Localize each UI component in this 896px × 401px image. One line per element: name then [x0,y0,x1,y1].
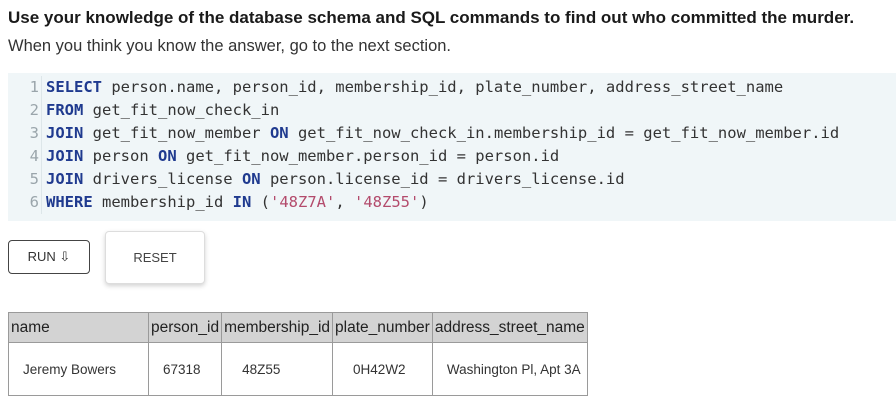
code-line[interactable]: 3 JOIN get_fit_now_member ON get_fit_now… [8,122,839,145]
results-table: name person_id membership_id plate_numbe… [8,312,588,396]
sql-text: , [335,193,354,211]
column-header-plate-number: plate_number [332,312,433,343]
sql-string: '48Z7A' [270,193,336,211]
sql-text: membership_id [92,193,233,211]
sql-keyword: JOIN [46,170,84,188]
column-header-person-id: person_id [147,312,223,343]
sql-keyword: WHERE [46,193,93,211]
line-number: 3 [8,122,42,145]
code-line-text[interactable]: SELECT person.name, person_id, membershi… [42,76,783,99]
column-header-address-street-name: address_street_name [431,312,588,343]
sql-keyword: JOIN [46,124,84,142]
sql-editor[interactable]: 1 SELECT person.name, person_id, members… [8,73,896,221]
cell-name: Jeremy Bowers [8,342,149,396]
sql-keyword: IN [232,193,252,211]
code-line[interactable]: 1 SELECT person.name, person_id, members… [8,76,783,99]
code-line-text[interactable]: WHERE membership_id IN ('48Z7A', '48Z55'… [42,191,429,214]
sql-string: '48Z55' [354,193,420,211]
sql-text: person.license_id = drivers_license.id [260,170,625,188]
sql-text: person.name, person_id, membership_id, p… [102,78,784,96]
sql-text: person [83,147,158,165]
sql-keyword: JOIN [46,147,84,165]
instructions-subtext: When you think you know the answer, go t… [8,37,452,55]
line-number: 6 [8,191,42,214]
code-line-text[interactable]: JOIN get_fit_now_member ON get_fit_now_c… [42,122,839,145]
instructions-heading: Use your knowledge of the database schem… [8,8,855,27]
sql-keyword: ON [269,124,289,142]
sql-text: ( [251,193,270,211]
table-header-row: name person_id membership_id plate_numbe… [8,312,588,343]
code-line-text[interactable]: FROM get_fit_now_check_in [42,99,279,122]
code-line[interactable]: 6 WHERE membership_id IN ('48Z7A', '48Z5… [8,191,429,214]
cell-plate-number: 0H42W2 [332,342,433,396]
code-line-text[interactable]: JOIN drivers_license ON person.license_i… [42,168,625,191]
line-number: 5 [8,168,42,191]
sql-text: get_fit_now_member [83,124,270,142]
sql-text: get_fit_now_check_in.membership_id = get… [288,124,840,142]
code-line[interactable]: 5 JOIN drivers_license ON person.license… [8,168,625,191]
sql-text: drivers_license [83,170,242,188]
code-line-text[interactable]: JOIN person ON get_fit_now_member.person… [42,145,559,168]
sql-keyword: ON [241,170,261,188]
sql-keyword: ON [157,147,177,165]
sql-text: ) [419,193,429,211]
sql-text: get_fit_now_member.person_id = person.id [176,147,560,165]
column-header-name: name [8,312,149,343]
sql-keyword: FROM [46,101,84,119]
line-number: 1 [8,76,42,99]
line-number: 2 [8,99,42,122]
run-button[interactable]: RUN ⇩ [8,240,90,274]
line-number: 4 [8,145,42,168]
code-line[interactable]: 2 FROM get_fit_now_check_in [8,99,279,122]
reset-button[interactable]: RESET [105,231,205,284]
sql-text: get_fit_now_check_in [83,101,280,119]
table-row: Jeremy Bowers 67318 48Z55 0H42W2 Washing… [8,342,588,396]
cell-address-street-name: Washington Pl, Apt 3A [431,342,588,396]
code-line[interactable]: 4 JOIN person ON get_fit_now_member.pers… [8,145,559,168]
cell-person-id: 67318 [147,342,223,396]
sql-keyword: SELECT [46,78,102,96]
cell-membership-id: 48Z55 [221,342,334,396]
column-header-membership-id: membership_id [221,312,334,343]
